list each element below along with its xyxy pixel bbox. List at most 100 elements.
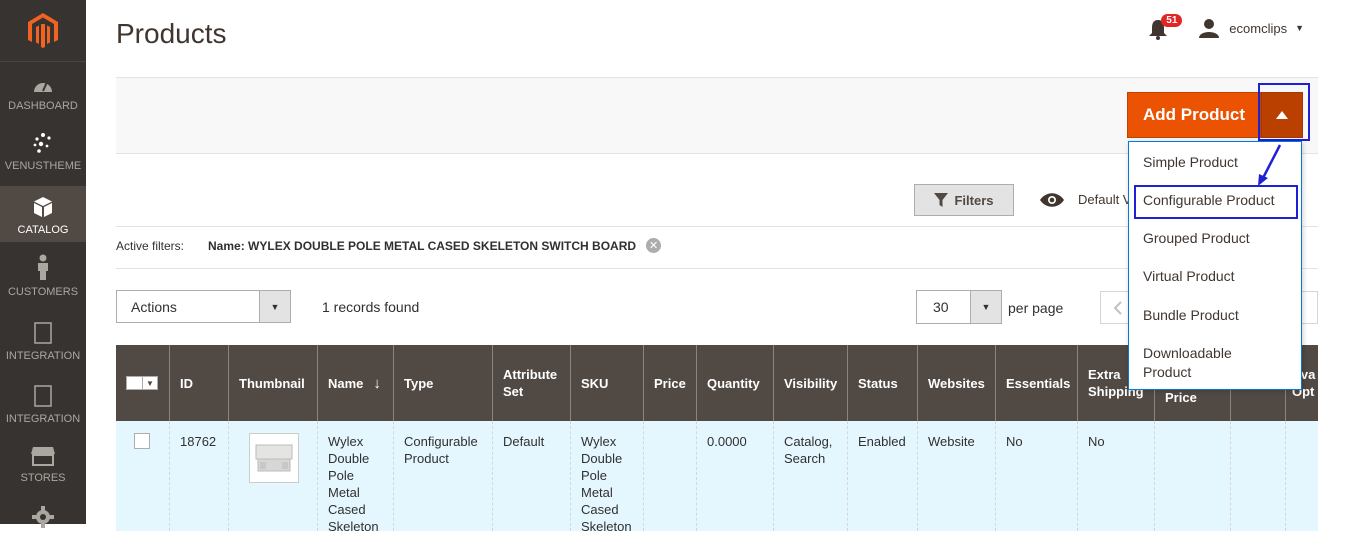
user-menu[interactable]: ecomclips ▼ bbox=[1199, 18, 1304, 38]
chevron-down-icon[interactable]: ▼ bbox=[143, 375, 157, 392]
integration-icon bbox=[0, 322, 86, 347]
menu-item-bundle-product[interactable]: Bundle Product bbox=[1143, 306, 1293, 325]
sidebar-item-label: INTEGRATION bbox=[5, 350, 81, 362]
cell-id: 18762 bbox=[169, 421, 228, 531]
sidebar-item-customers[interactable]: CUSTOMERS bbox=[0, 254, 86, 298]
cell-quantity: 0.0000 bbox=[696, 421, 773, 531]
sidebar-item-label: CATALOG bbox=[17, 224, 69, 236]
column-header-visibility[interactable]: Visibility bbox=[773, 345, 847, 421]
column-header-websites[interactable]: Websites bbox=[917, 345, 995, 421]
sort-arrow-icon: ↓ bbox=[373, 374, 381, 392]
header-actions: 51 ecomclips ▼ bbox=[1149, 14, 1304, 40]
highlight-box-toggle bbox=[1258, 83, 1310, 141]
cell-type: Configurable Product bbox=[393, 421, 492, 531]
sidebar-item-catalog[interactable]: CATALOG bbox=[0, 186, 86, 242]
notification-count-badge: 51 bbox=[1161, 14, 1183, 27]
column-header-id[interactable]: ID bbox=[169, 345, 228, 421]
menu-item-virtual-product[interactable]: Virtual Product bbox=[1143, 267, 1293, 286]
sidebar-item-integration[interactable]: INTEGRATION bbox=[0, 322, 86, 362]
sidebar-item-label: CUSTOMERS bbox=[7, 286, 79, 298]
switch-board-image bbox=[255, 444, 293, 472]
column-header-sku[interactable]: SKU bbox=[570, 345, 643, 421]
stores-icon bbox=[0, 446, 86, 469]
venustheme-icon bbox=[0, 132, 86, 157]
filters-button[interactable]: Filters bbox=[914, 184, 1014, 216]
cell-available-options bbox=[1285, 421, 1318, 531]
column-header-status[interactable]: Status bbox=[847, 345, 917, 421]
cell-status: Enabled bbox=[847, 421, 917, 531]
cell-name: Wylex Double Pole Metal Cased Skeleton bbox=[317, 421, 393, 531]
notifications-button[interactable]: 51 bbox=[1149, 14, 1183, 40]
gear-icon bbox=[0, 506, 86, 531]
user-icon bbox=[1199, 19, 1220, 38]
row-select-cell bbox=[116, 421, 169, 531]
column-header-price[interactable]: Price bbox=[643, 345, 696, 421]
mass-actions-select[interactable]: Actions ▼ bbox=[116, 290, 291, 323]
chevron-down-icon: ▼ bbox=[970, 291, 1001, 323]
active-filters: Active filters: Name: WYLEX DOUBLE POLE … bbox=[116, 238, 662, 253]
column-header-name[interactable]: Name ↓ bbox=[317, 345, 393, 421]
menu-item-grouped-product[interactable]: Grouped Product bbox=[1143, 229, 1293, 248]
add-product-button[interactable]: Add Product bbox=[1127, 92, 1261, 138]
cell-sku: Wylex Double Pole Metal Cased Skeleton bbox=[570, 421, 643, 531]
cell-extra-shipping: No bbox=[1077, 421, 1154, 531]
pagination-input[interactable] bbox=[1300, 291, 1318, 324]
default-view-label: Default V bbox=[1078, 192, 1132, 207]
sidebar-item-label: VENUSTHEME bbox=[4, 160, 82, 172]
column-header-label: Name bbox=[328, 375, 364, 391]
per-page-value: 30 bbox=[933, 299, 949, 315]
actions-label: Actions bbox=[131, 298, 177, 315]
page-title: Products bbox=[116, 18, 227, 49]
magento-logo[interactable] bbox=[0, 0, 86, 62]
eye-icon bbox=[1040, 192, 1064, 207]
annotation-arrow-icon bbox=[1258, 144, 1282, 186]
dashboard-icon bbox=[0, 76, 86, 97]
filters-label: Filters bbox=[954, 192, 994, 208]
chevron-left-icon bbox=[1114, 300, 1122, 315]
column-header-type[interactable]: Type bbox=[393, 345, 492, 421]
row-checkbox[interactable] bbox=[134, 433, 150, 449]
product-thumbnail[interactable] bbox=[249, 433, 299, 483]
sidebar-item-venustheme[interactable]: VENUSTHEME bbox=[0, 132, 86, 172]
funnel-icon bbox=[934, 193, 949, 207]
chevron-down-icon: ▼ bbox=[259, 291, 290, 322]
sidebar-item-label: DASHBOARD bbox=[8, 100, 78, 112]
column-header-quantity[interactable]: Quantity bbox=[696, 345, 773, 421]
column-header-essentials[interactable]: Essentials bbox=[995, 345, 1077, 421]
cell-price-2 bbox=[1154, 421, 1230, 531]
cell-essentials: No bbox=[995, 421, 1077, 531]
remove-filter-icon[interactable]: ✕ bbox=[646, 238, 662, 253]
cell-attribute-set: Default bbox=[492, 421, 570, 531]
integration-icon bbox=[0, 385, 86, 410]
catalog-icon bbox=[0, 196, 86, 221]
sidebar-item-stores[interactable]: STORES bbox=[0, 446, 86, 484]
customers-icon bbox=[0, 254, 86, 283]
magento-logo-icon bbox=[28, 12, 58, 48]
sidebar-item-label: INTEGRATION bbox=[5, 413, 81, 425]
cell-visibility: Catalog, Search bbox=[773, 421, 847, 531]
cell-price bbox=[643, 421, 696, 531]
cell-websites: Website bbox=[917, 421, 995, 531]
active-filter-value: Name: WYLEX DOUBLE POLE METAL CASED SKEL… bbox=[208, 238, 637, 253]
per-page-select[interactable]: 30 ▼ bbox=[916, 290, 1002, 324]
column-header-thumbnail: Thumbnail bbox=[228, 345, 317, 421]
records-found: 1 records found bbox=[322, 299, 420, 315]
active-filters-label: Active filters: bbox=[116, 238, 185, 253]
user-name: ecomclips bbox=[1229, 20, 1288, 36]
chevron-down-icon: ▼ bbox=[1295, 23, 1304, 33]
table-row[interactable]: 18762 Wylex Double Pole Metal Cased Skel… bbox=[116, 421, 1318, 531]
highlight-box-configurable bbox=[1134, 185, 1298, 219]
sidebar-item-dashboard[interactable]: DASHBOARD bbox=[0, 76, 86, 112]
column-header-attribute-set[interactable]: Attribute Set bbox=[492, 345, 570, 421]
cell-thumbnail bbox=[228, 421, 317, 531]
sidebar-item-system[interactable] bbox=[0, 506, 86, 534]
cell-empty bbox=[1230, 421, 1285, 531]
per-page-label: per page bbox=[1008, 300, 1064, 316]
admin-sidebar: DASHBOARD VENUSTHEME CATALOG CUSTOMERS I… bbox=[0, 0, 86, 528]
select-all-checkbox[interactable] bbox=[127, 377, 143, 389]
sidebar-item-integration-2[interactable]: INTEGRATION bbox=[0, 385, 86, 425]
select-all-header[interactable]: ▼ bbox=[116, 345, 169, 421]
default-view-selector[interactable]: Default V bbox=[1040, 192, 1131, 207]
menu-item-downloadable-product[interactable]: Downloadable Product bbox=[1143, 344, 1263, 382]
sidebar-item-label: STORES bbox=[20, 472, 66, 484]
